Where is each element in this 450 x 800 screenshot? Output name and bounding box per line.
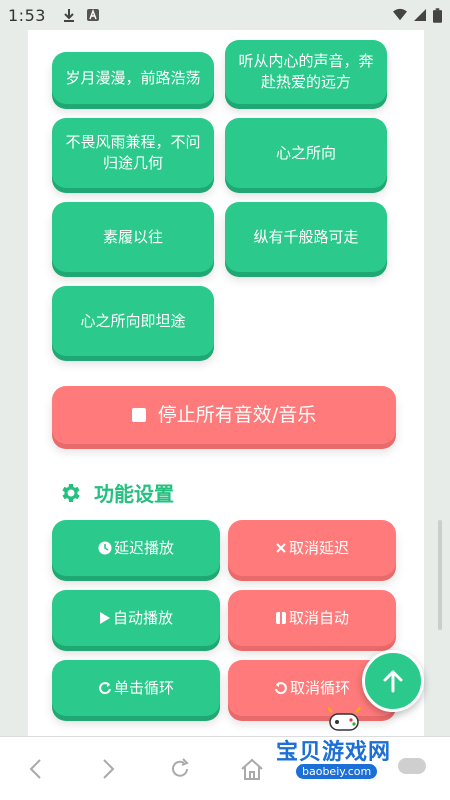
scroll-to-top-button[interactable]: [362, 650, 424, 712]
cancel-loop-label: 取消循环: [289, 678, 350, 697]
gamepad-mascot-icon: [327, 707, 361, 731]
sound-button[interactable]: 素履以往: [52, 202, 214, 272]
pause-icon: [275, 611, 287, 625]
page-scrollbar[interactable]: [438, 520, 442, 630]
delay-play-button[interactable]: 延迟播放: [52, 520, 220, 576]
forward-button[interactable]: [72, 737, 144, 800]
sound-button[interactable]: 听从内心的声音，奔赴热爱的远方: [225, 40, 387, 104]
battery-icon: [433, 7, 442, 23]
undo-icon: [274, 681, 288, 695]
toggle-switch[interactable]: [398, 758, 426, 774]
back-button[interactable]: [0, 737, 72, 800]
cancel-delay-label: 取消延迟: [288, 538, 349, 557]
single-loop-button[interactable]: 单击循环: [52, 660, 220, 716]
refresh-icon: [172, 757, 189, 777]
watermark: 宝贝游戏网 baobeiy.com: [276, 707, 426, 784]
watermark-name: 宝贝游戏网: [276, 740, 392, 765]
redo-icon: [98, 681, 112, 695]
section-title: 功能设置: [58, 478, 174, 507]
refresh-button[interactable]: [144, 737, 216, 800]
close-icon: [275, 542, 287, 554]
sound-button[interactable]: 岁月漫漫，前路浩荡: [52, 52, 214, 104]
system-icons: [393, 7, 442, 23]
page-content: 岁月漫漫，前路浩荡 听从内心的声音，奔赴热爱的远方 不畏风雨兼程，不问归途几何 …: [28, 30, 424, 736]
stop-button-label: 停止所有音效/音乐: [157, 403, 317, 426]
download-icon: [63, 9, 74, 22]
single-loop-label: 单击循环: [113, 678, 174, 697]
chevron-right-icon: [103, 758, 115, 779]
sound-button[interactable]: 不畏风雨兼程，不问归途几何: [52, 118, 214, 188]
stop-all-button[interactable]: 停止所有音效/音乐: [52, 386, 396, 444]
status-time: 1:53: [8, 5, 46, 25]
app-notification-icon: [86, 9, 99, 21]
chevron-left-icon: [29, 758, 41, 779]
auto-play-label: 自动播放: [112, 608, 173, 627]
section-title-text: 功能设置: [94, 482, 174, 506]
delay-play-label: 延迟播放: [113, 538, 174, 557]
gear-icon: [62, 483, 80, 502]
sound-button[interactable]: 纵有千般路可走: [225, 202, 387, 272]
cancel-delay-button[interactable]: 取消延迟: [228, 520, 396, 576]
cancel-auto-label: 取消自动: [288, 608, 349, 627]
watermark-url: baobeiy.com: [296, 764, 378, 779]
status-bar: 1:53: [0, 0, 450, 30]
play-icon: [99, 611, 111, 625]
sound-button[interactable]: 心之所向即坦途: [52, 286, 214, 356]
stop-icon: [131, 408, 146, 422]
notification-icons: [62, 8, 100, 22]
clock-icon: [98, 541, 112, 555]
wifi-icon: [393, 8, 407, 21]
cancel-auto-button[interactable]: 取消自动: [228, 590, 396, 646]
arrow-up-icon: [383, 670, 403, 693]
auto-play-button[interactable]: 自动播放: [52, 590, 220, 646]
signal-icon: [414, 9, 426, 21]
sound-button[interactable]: 心之所向: [225, 118, 387, 188]
home-icon: [241, 758, 263, 780]
